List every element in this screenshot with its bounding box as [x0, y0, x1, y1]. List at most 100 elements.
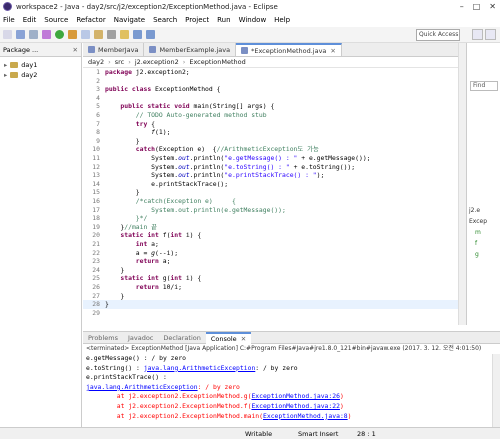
breadcrumb-class[interactable]: ExceptionMethod [189, 58, 245, 66]
external-tools-icon[interactable] [68, 30, 77, 39]
code-line[interactable]: 17 System.out.println(e.getMessage()); [83, 206, 458, 215]
outline-f[interactable]: f [469, 238, 487, 249]
line-number: 6 [96, 111, 100, 119]
maximize-icon[interactable]: □ [473, 2, 481, 11]
new-icon[interactable] [3, 30, 12, 39]
menu-file[interactable]: File [3, 16, 15, 24]
save-icon[interactable] [16, 30, 25, 39]
menu-navigate[interactable]: Navigate [114, 16, 145, 24]
run-icon[interactable] [55, 30, 64, 39]
tab-member-java[interactable]: MemberJava [83, 43, 145, 56]
outline-class[interactable]: Excep [469, 216, 487, 227]
code-line[interactable]: 23 return a; [83, 257, 458, 266]
code-editor[interactable]: 1 package j2.exception2; 2 3 public class Ex… [83, 68, 458, 325]
editor-scrollbar[interactable] [458, 43, 466, 325]
code-line[interactable]: 3 public class ExceptionMethod { [83, 85, 458, 94]
menu-help[interactable]: Help [274, 16, 290, 24]
save-all-icon[interactable] [29, 30, 38, 39]
tab-declaration[interactable]: Declaration [158, 332, 205, 344]
close-icon[interactable]: ✕ [73, 46, 78, 54]
code-line[interactable]: 13 System.out.println("e.printStackTrace… [83, 171, 458, 180]
breadcrumb-src[interactable]: src [115, 58, 125, 66]
code-line[interactable]: 4 [83, 94, 458, 103]
menu-run[interactable]: Run [217, 16, 230, 24]
code-line[interactable]: 10 catch(Exception e) {//ArithmeticExcep… [83, 145, 458, 154]
forward-icon[interactable] [146, 30, 155, 39]
menu-search[interactable]: Search [153, 16, 177, 24]
code-line[interactable]: 21 int a; [83, 240, 458, 249]
code-text: // TODO Auto-generated method stub [135, 111, 267, 119]
java-perspective-icon[interactable] [485, 29, 496, 40]
project-day2[interactable]: ▸ day2 [0, 70, 81, 80]
search-icon[interactable] [107, 30, 116, 39]
console-line: at j2.exception2.ExceptionMethod.g(Excep… [86, 392, 344, 401]
code-line[interactable]: 6 // TODO Auto-generated method stub [83, 111, 458, 120]
find-input[interactable]: Find [470, 81, 498, 91]
debug-icon[interactable] [42, 30, 51, 39]
package-explorer-tab[interactable]: Package ... ✕ [0, 43, 81, 57]
close-icon[interactable]: ✕ [330, 47, 335, 55]
project-day1[interactable]: ▸ day1 [0, 60, 81, 70]
console-scrollbar[interactable] [492, 354, 500, 427]
code-text: int a; [135, 240, 159, 248]
code-text: System.out.println("e.printStackTrace() … [105, 171, 325, 180]
outline-g[interactable]: g [469, 249, 487, 260]
code-text: } [105, 265, 125, 274]
console-output[interactable]: e.getMessage() : / by zero e.toString() :… [83, 354, 492, 427]
quick-access-input[interactable]: Quick Access [416, 29, 460, 41]
code-text: public static void main(String[] args) { [120, 102, 275, 111]
menu-edit[interactable]: Edit [23, 16, 37, 24]
tab-problems[interactable]: Problems [83, 332, 123, 344]
code-line[interactable]: 5 public static void main(String[] args)… [83, 102, 458, 111]
code-line[interactable]: 29 [83, 309, 458, 318]
code-line[interactable]: 1 package j2.exception2; [83, 68, 458, 77]
code-text: /*catch(Exception e) { [135, 197, 236, 205]
code-line[interactable]: 26 return 10/i; [83, 283, 458, 292]
chevron-right-icon[interactable]: ▸ [4, 71, 7, 79]
code-line[interactable]: 19 }//main 끝 [83, 223, 458, 232]
chevron-right-icon[interactable]: ▸ [4, 61, 7, 69]
code-line[interactable]: 20 static int f(int i) { [83, 231, 458, 240]
minimize-icon[interactable]: – [460, 2, 464, 11]
code-line[interactable]: 8 f(1); [83, 128, 458, 137]
annotation-icon[interactable] [120, 30, 129, 39]
package-explorer: Package ... ✕ ▸ day1 ▸ day2 [0, 43, 82, 427]
menu-window[interactable]: Window [239, 16, 267, 24]
window-title: workspace2 - Java - day2/src/j2/exceptio… [16, 2, 278, 11]
code-line[interactable]: 7 try { [83, 120, 458, 129]
perspective-icon[interactable] [472, 29, 483, 40]
tab-exception-method[interactable]: *ExceptionMethod.java ✕ [236, 43, 342, 56]
code-line[interactable]: 2 [83, 77, 458, 86]
code-line[interactable]: 22 a = g(--i); [83, 249, 458, 258]
code-line[interactable]: 25 static int g(int i) { [83, 274, 458, 283]
code-line[interactable]: 14 e.printStackTrace(); [83, 180, 458, 189]
menu-source[interactable]: Source [44, 16, 68, 24]
breadcrumb-project[interactable]: day2 [88, 58, 104, 66]
close-icon[interactable]: ✕ [489, 2, 496, 11]
open-type-icon[interactable] [94, 30, 103, 39]
code-line[interactable]: 12 System.out.println("e.toString() : " … [83, 163, 458, 172]
new-java-class-icon[interactable] [81, 30, 90, 39]
code-line[interactable]: 24 } [83, 266, 458, 275]
tab-member-example[interactable]: MemberExample.java [144, 43, 237, 56]
menu-refactor[interactable]: Refactor [76, 16, 105, 24]
menu-project[interactable]: Project [185, 16, 209, 24]
back-icon[interactable] [133, 30, 142, 39]
line-number: 21 [92, 240, 100, 248]
code-line[interactable]: 28} [83, 300, 458, 309]
code-line[interactable]: 15 } [83, 188, 458, 197]
code-line[interactable]: 16 /*catch(Exception e) { [83, 197, 458, 206]
code-line[interactable]: 18 }*/ [83, 214, 458, 223]
outline-tree: j2.e Excep m f g [469, 205, 487, 260]
line-number: 16 [92, 197, 100, 205]
code-line[interactable]: 27 } [83, 292, 458, 301]
outline-main[interactable]: m [469, 227, 487, 238]
line-number: 11 [92, 154, 100, 162]
code-line[interactable]: 11 System.out.println("e.getMessage() : … [83, 154, 458, 163]
breadcrumb-package[interactable]: j2.exception2 [135, 58, 179, 66]
tab-javadoc[interactable]: Javadoc [123, 332, 158, 344]
outline-package[interactable]: j2.e [469, 205, 487, 216]
close-icon[interactable]: ✕ [241, 335, 246, 343]
tab-console[interactable]: Console ✕ [205, 331, 252, 344]
console-line: e.printStackTrace() : [86, 373, 167, 382]
